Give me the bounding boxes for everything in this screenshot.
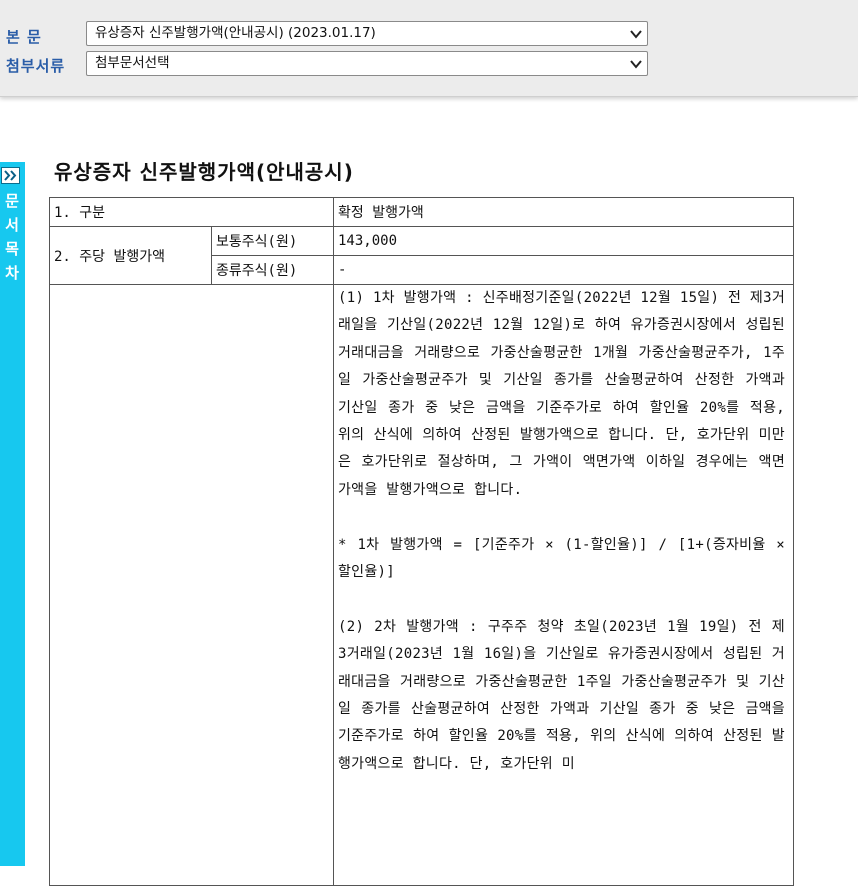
preferred-share-value: - [333,255,794,285]
common-share-label: 보통주식(원) [211,226,334,256]
document-title: 유상증자 신주발행가액(안내공시) [54,160,354,184]
toc-label: 문서목차 [5,192,19,282]
price-label: 2. 주당 발행가액 [49,226,212,285]
attachment-select-value: 첨부문서선택 [95,55,170,71]
common-share-value: 143,000 [333,226,794,256]
toc-side-tab[interactable]: 문서목차 [0,162,25,866]
second-price-paragraph: (2) 2차 발행가액 : 구주주 청약 초일(2023년 1월 19일) 전 … [338,618,785,772]
empty-cell [49,284,334,886]
category-value: 확정 발행가액 [333,197,794,227]
disclosure-table: 1. 구분 확정 발행가액 2. 주당 발행가액 보통주식(원) 143,000… [49,197,794,886]
double-chevron-right-icon[interactable] [1,167,20,184]
formula-line: * 1차 발행가액 = [기준주가 × (1-할인율)] / [1+(증자비율 … [338,536,785,581]
main-doc-select-value: 유상증자 신주발행가액(안내공시) (2023.01.17) [95,25,376,41]
attachment-label: 첨부서류 [6,57,66,75]
main-doc-select[interactable]: 유상증자 신주발행가액(안내공시) (2023.01.17) [86,21,648,46]
main-doc-label: 본 문 [6,28,42,46]
chevron-down-icon [630,30,642,39]
top-toolbar: 본 문 유상증자 신주발행가액(안내공시) (2023.01.17) 첨부서류 … [0,0,858,97]
category-label: 1. 구분 [49,197,334,227]
chevron-down-icon [630,60,642,69]
preferred-share-label: 종류주식(원) [211,255,334,285]
issue-price-details: (1) 1차 발행가액 : 신주배정기준일(2022년 12월 15일) 전 제… [333,284,794,886]
attachment-select[interactable]: 첨부문서선택 [86,51,648,76]
first-price-paragraph: (1) 1차 발행가액 : 신주배정기준일(2022년 12월 15일) 전 제… [338,290,785,498]
